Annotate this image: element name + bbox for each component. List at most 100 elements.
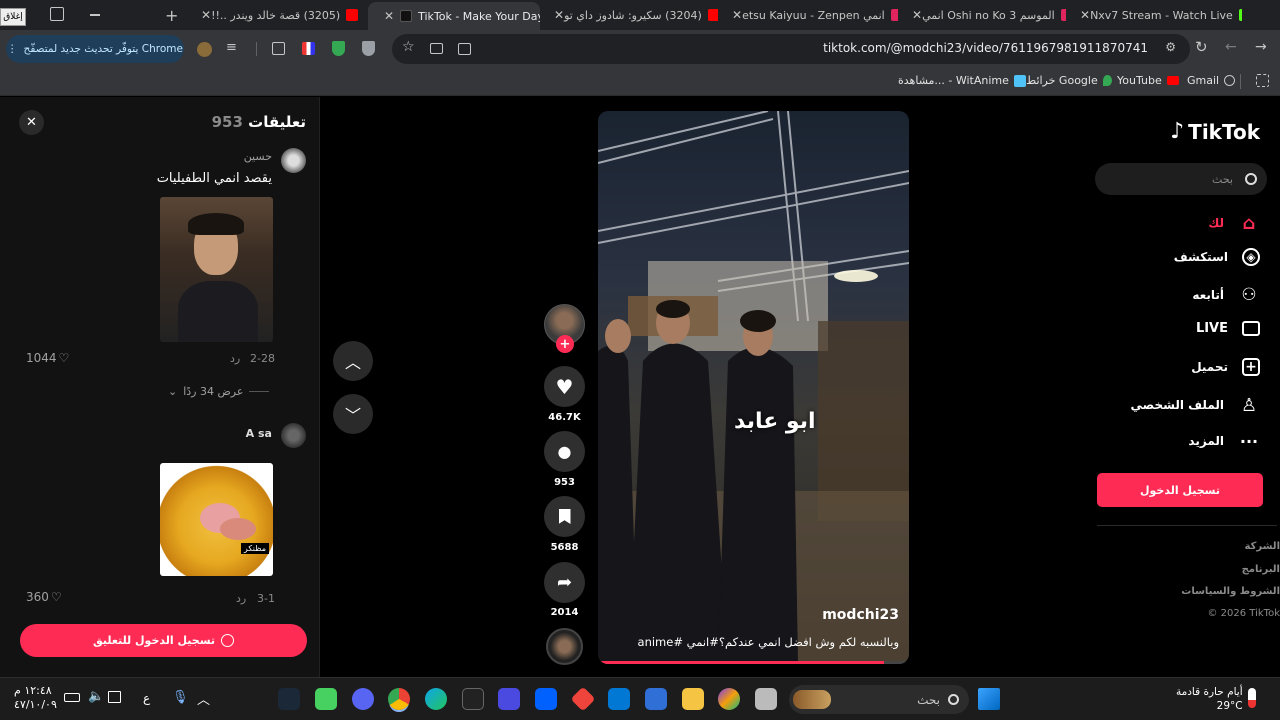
comment-like-button[interactable]: 360 ♡	[26, 590, 62, 604]
apps-grid-icon[interactable]	[1256, 74, 1269, 87]
comment-image[interactable]	[160, 197, 273, 342]
dropbox-icon[interactable]	[535, 688, 557, 710]
forward-icon[interactable]: ←	[1225, 39, 1237, 55]
footer-terms-link[interactable]: الشروط والسياسات	[1181, 586, 1280, 597]
search-icon	[948, 694, 959, 705]
previous-video-button[interactable]: ︿	[333, 341, 373, 381]
extensions-icon[interactable]	[272, 42, 285, 55]
windows-start-icon[interactable]	[978, 688, 1000, 710]
nav-for-you[interactable]: ⌂ لك	[1208, 212, 1260, 234]
file-explorer-icon[interactable]	[682, 688, 704, 710]
tab-tiktok[interactable]: ✕ TikTok - Make Your Day	[368, 2, 540, 30]
video-overlay-text: ابو عابد	[734, 409, 816, 434]
back-icon[interactable]: →	[1255, 39, 1267, 55]
like-button[interactable]: ♥	[544, 366, 585, 407]
epic-games-icon[interactable]	[462, 688, 484, 710]
close-tab-icon[interactable]: ✕	[384, 9, 394, 23]
comment-button[interactable]: ●	[544, 431, 585, 472]
view-replies-button[interactable]: ⌄ عرض 34 ردًا	[168, 385, 270, 398]
tiktok-logo[interactable]: ♪ TikTok	[1170, 119, 1260, 144]
task-view-icon[interactable]	[755, 688, 777, 710]
video-player[interactable]: ابو عابد modchi23 وبالنسبه لكم وش افضل ا…	[598, 111, 909, 664]
nav-more[interactable]: ··· المزيد	[1188, 430, 1260, 452]
close-tab-icon[interactable]: ✕	[912, 8, 922, 22]
tab-anime-2[interactable]: ✕ انمي Oshi no Ko الموسم 3	[906, 4, 1066, 26]
bookmark-youtube[interactable]: YouTube	[1117, 74, 1179, 87]
address-bar[interactable]: ☆ tiktok.com/@modchi23/video/76119679819…	[392, 34, 1190, 64]
close-tab-icon[interactable]: ✕	[554, 8, 564, 22]
copilot-icon[interactable]	[718, 688, 740, 710]
comment-username[interactable]: A sa	[246, 427, 272, 440]
discord-icon[interactable]	[352, 688, 374, 710]
save-button[interactable]	[544, 496, 585, 537]
sidebar-search[interactable]: بحث	[1095, 163, 1267, 195]
tab-youtube-1[interactable]: ✕ (3205) قصة خالد ويندر ..!!	[195, 4, 360, 26]
extension-shield-icon[interactable]	[332, 41, 345, 56]
nav-explore[interactable]: ◈ استكشف	[1174, 248, 1260, 266]
footer-program-link[interactable]: البرنامج	[1242, 564, 1280, 575]
new-tab-icon[interactable]: +	[165, 6, 178, 25]
tab-anime-1[interactable]: ✕ etsu Kaiyuu - Zenpen انمي	[726, 4, 898, 26]
sound-disc[interactable]	[546, 628, 583, 665]
reply-button[interactable]: رد	[236, 592, 246, 605]
nav-profile[interactable]: ♙ الملف الشخصي	[1131, 394, 1260, 416]
url-text[interactable]: tiktok.com/@modchi23/video/7611967981911…	[823, 41, 1148, 55]
tab-youtube-2[interactable]: ✕ (3204) سكيرو: شادوز داي تو	[548, 4, 718, 26]
sidebar-login-button[interactable]: تسجيل الدخول	[1097, 473, 1263, 507]
app-icon[interactable]	[498, 688, 520, 710]
translate-icon[interactable]	[458, 43, 471, 55]
close-tab-icon[interactable]: ✕	[201, 8, 211, 22]
nav-upload[interactable]: + تحميل	[1191, 358, 1260, 376]
login-to-comment-button[interactable]: تسجيل الدخول للتعليق	[20, 624, 307, 657]
nav-live[interactable]: LIVE	[1196, 321, 1260, 336]
chrome-update-button[interactable]: ⋮ يتوفّر تحديث جديد لمتصفّح Chrome	[6, 35, 184, 63]
media-control-icon[interactable]: ≡	[226, 40, 237, 55]
edge-icon[interactable]	[425, 688, 447, 710]
microphone-icon[interactable]: 🎙	[172, 690, 189, 705]
footer-company-link[interactable]: الشركة	[1245, 541, 1280, 552]
comment-sticker-image[interactable]: مظنكر	[160, 463, 273, 576]
system-clock[interactable]: ١٢:٤٨ م ٤٧/١٠/٠٩	[14, 684, 57, 712]
bookmark-maps[interactable]: خرائط Google	[1026, 74, 1112, 87]
comment-like-button[interactable]: 1044 ♡	[26, 351, 69, 365]
close-tab-icon[interactable]: ✕	[1080, 8, 1090, 22]
extension-flag-icon[interactable]	[302, 42, 315, 55]
network-icon[interactable]	[108, 691, 121, 703]
profile-avatar-icon[interactable]	[197, 42, 212, 57]
star-icon[interactable]: ☆	[402, 39, 415, 55]
battery-icon[interactable]	[64, 693, 80, 702]
reload-icon[interactable]: ↻	[1195, 38, 1208, 56]
extension-shield-icon[interactable]	[362, 41, 375, 56]
chrome-icon[interactable]	[388, 688, 410, 710]
video-username[interactable]: modchi23	[822, 607, 899, 623]
install-app-icon[interactable]	[430, 43, 443, 54]
minimize-icon[interactable]	[90, 14, 100, 16]
comment-avatar[interactable]	[281, 148, 306, 173]
xbox-icon[interactable]	[315, 688, 337, 710]
weather-widget[interactable]: أيام حارة قادمة 29°C	[1176, 685, 1243, 713]
comment-avatar[interactable]	[281, 423, 306, 448]
next-video-button[interactable]: ﹀	[333, 394, 373, 434]
store-icon[interactable]	[645, 688, 667, 710]
bookmark-gmail[interactable]: Gmail	[1187, 74, 1236, 87]
site-settings-icon[interactable]: ⚙	[1165, 40, 1176, 54]
bookmark-witanime[interactable]: مشاهدة... - WitAnime	[898, 74, 1026, 87]
comment-username[interactable]: حسين	[244, 150, 272, 163]
tab-search-icon[interactable]	[50, 7, 64, 21]
taskbar-search[interactable]: بحث	[789, 685, 969, 714]
close-tab-icon[interactable]: ✕	[732, 8, 742, 22]
reply-button[interactable]: رد	[230, 352, 240, 365]
share-button[interactable]: ➦	[544, 562, 585, 603]
steam-icon[interactable]	[278, 688, 300, 710]
volume-icon[interactable]: 🔈	[88, 689, 104, 704]
language-indicator[interactable]: ع	[143, 691, 150, 705]
close-comments-button[interactable]: ✕	[19, 110, 44, 135]
video-progress-bar[interactable]	[598, 661, 909, 664]
tab-kick[interactable]: ✕ Nxv7 Stream - Watch Live	[1074, 4, 1242, 26]
outlook-icon[interactable]	[608, 688, 630, 710]
anydesk-icon[interactable]	[570, 686, 596, 712]
follow-button[interactable]: +	[556, 335, 574, 353]
tray-chevron-icon[interactable]: ︿	[197, 689, 210, 708]
nav-following[interactable]: ⚇ أتابعه	[1192, 284, 1260, 306]
close-window-button[interactable]: إغلاق	[0, 8, 26, 26]
